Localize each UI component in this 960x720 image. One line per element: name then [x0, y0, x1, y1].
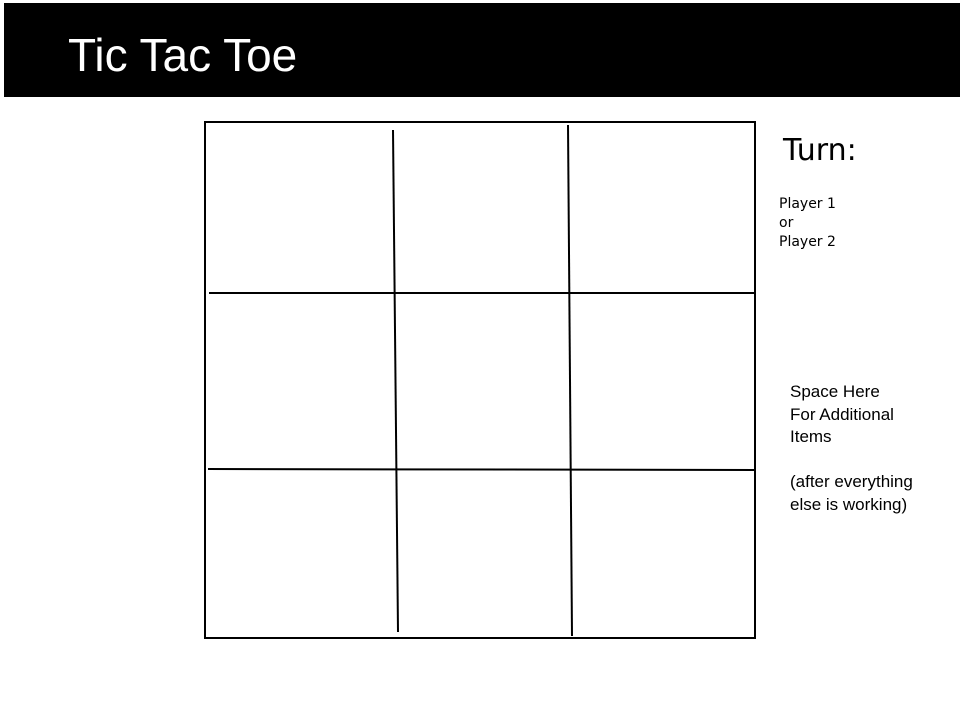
board-cell-3[interactable]: [569, 123, 754, 294]
board-cell-7[interactable]: [206, 470, 395, 637]
placeholder-line: (after everything: [790, 472, 913, 491]
placeholder-line: For Additional: [790, 404, 894, 424]
board-cell-9[interactable]: [569, 470, 754, 637]
board-cell-6[interactable]: [569, 294, 754, 470]
or-label: or: [779, 215, 794, 231]
placeholder-line: Space Here: [790, 382, 880, 401]
additional-items-placeholder: Space Here For Additional Items (after e…: [790, 381, 913, 516]
board-cell-2[interactable]: [395, 123, 569, 294]
placeholder-line: Items: [790, 427, 832, 446]
player-1-label: Player 1: [779, 196, 836, 212]
game-board: [204, 121, 756, 639]
board-cell-4[interactable]: [206, 294, 395, 470]
board-cell-1[interactable]: [206, 123, 395, 294]
board-cell-5[interactable]: [395, 294, 569, 470]
title-bar: Tic Tac Toe: [4, 3, 960, 97]
board-cells: [206, 123, 754, 637]
placeholder-line: else is working): [790, 494, 908, 514]
board-cell-8[interactable]: [395, 470, 569, 637]
turn-label: Turn:: [783, 133, 857, 168]
player-2-label: Player 2: [779, 234, 836, 250]
placeholder-spacer: [790, 449, 913, 472]
page-title: Tic Tac Toe: [68, 29, 298, 81]
turn-indicator: Player 1 or Player 2: [779, 195, 836, 252]
